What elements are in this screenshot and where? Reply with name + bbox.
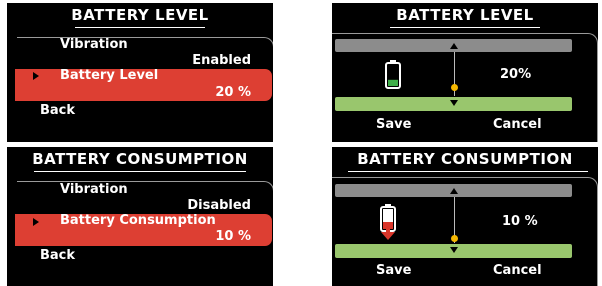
battery-consumption-value: 10 % xyxy=(502,214,538,229)
menu-item-label: Battery Consumption xyxy=(60,213,216,228)
cancel-button[interactable]: Cancel xyxy=(493,117,542,132)
screen-title: BATTERY CONSUMPTION xyxy=(357,150,573,168)
menu-item-vibration[interactable]: Vibration xyxy=(60,182,128,197)
battery-level-value: 20 % xyxy=(215,85,251,100)
arrow-up-icon[interactable] xyxy=(450,188,458,194)
slider-knob[interactable] xyxy=(451,234,458,242)
slider-knob[interactable] xyxy=(451,83,458,91)
title-underline xyxy=(348,171,588,172)
title-underline xyxy=(390,27,540,28)
battery-level-slider-screen: BATTERY LEVEL 20% Save Cancel xyxy=(332,3,598,142)
save-button[interactable]: Save xyxy=(376,263,411,278)
arrow-down-icon[interactable] xyxy=(450,247,458,253)
title-underline xyxy=(34,171,246,172)
battery-drain-icon xyxy=(377,203,399,245)
vibration-value: Disabled xyxy=(187,198,251,213)
battery-consumption-value: 10 % xyxy=(215,229,251,244)
screen-title: BATTERY CONSUMPTION xyxy=(32,150,248,168)
selection-pointer-icon xyxy=(33,218,39,226)
battery-level-value: 20% xyxy=(500,67,532,82)
back-button[interactable]: Back xyxy=(40,248,75,263)
battery-level-menu-screen: BATTERY LEVEL Vibration Enabled Battery … xyxy=(7,3,273,142)
title-underline xyxy=(75,27,205,28)
battery-consumption-slider-screen: BATTERY CONSUMPTION 10 % Save Cancel xyxy=(332,147,598,286)
battery-icon xyxy=(384,59,402,93)
cancel-button[interactable]: Cancel xyxy=(493,263,542,278)
arrow-up-icon[interactable] xyxy=(450,43,458,49)
selection-pointer-icon xyxy=(33,72,39,80)
menu-item-label: Battery Level xyxy=(60,68,159,83)
arrow-down-icon[interactable] xyxy=(450,100,458,106)
screen-title: BATTERY LEVEL xyxy=(71,6,209,24)
battery-consumption-menu-screen: BATTERY CONSUMPTION Vibration Disabled B… xyxy=(7,147,273,286)
vibration-value: Enabled xyxy=(192,53,251,68)
screen-title: BATTERY LEVEL xyxy=(396,6,534,24)
back-button[interactable]: Back xyxy=(40,103,75,118)
save-button[interactable]: Save xyxy=(376,117,411,132)
menu-item-vibration[interactable]: Vibration xyxy=(60,37,128,52)
